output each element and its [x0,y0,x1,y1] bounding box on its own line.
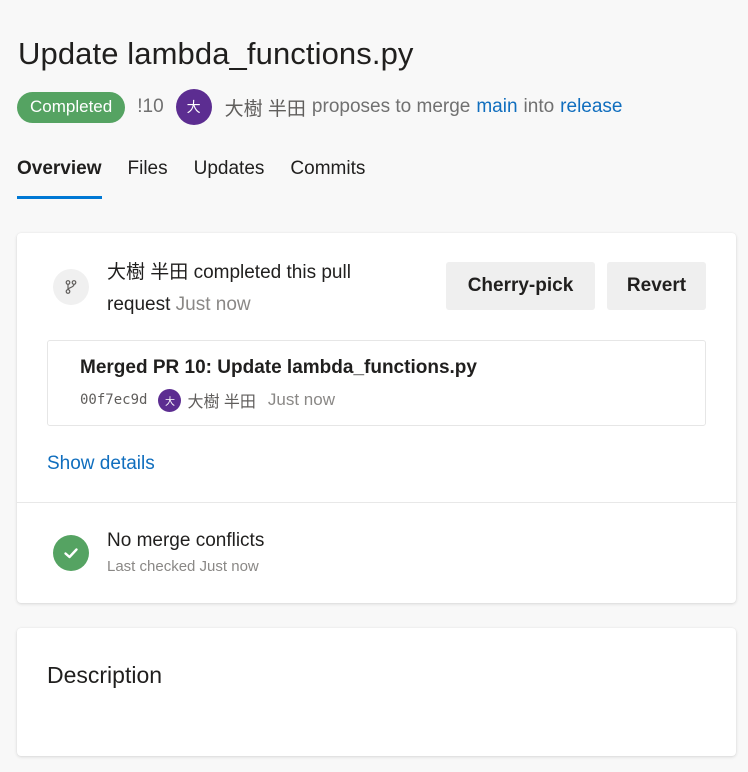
merge-conflicts-status: No merge conflicts [107,530,265,551]
commit-title[interactable]: Merged PR 10: Update lambda_functions.py [80,357,477,379]
completed-time: Just now [175,294,251,315]
description-title: Description [47,662,163,688]
description-card: Description [17,628,736,756]
avatar[interactable]: 大 [175,89,212,125]
author-name[interactable]: 大樹 半田 [225,94,306,121]
into-text: into [523,96,555,117]
status-card: 大樹 半田 completed this pull request Just n… [17,233,736,603]
tab-updates[interactable]: Updates [194,158,265,199]
tab-overview[interactable]: Overview [17,158,102,199]
cherry-pick-button[interactable]: Cherry-pick [446,262,595,310]
show-details-link[interactable]: Show details [47,453,155,475]
pr-id: !10 [137,96,164,117]
merge-commit-box[interactable]: Merged PR 10: Update lambda_functions.py… [47,340,706,426]
tab-commits[interactable]: Commits [290,158,365,199]
pr-tabs: Overview Files Updates Commits [17,158,391,199]
pr-meta-row: Completed !10 大 大樹 半田 proposes to merge … [17,89,623,125]
source-branch-link[interactable]: main [476,96,517,118]
merge-icon [53,269,89,305]
commit-avatar: 大 [158,388,182,412]
check-icon [53,535,89,571]
completed-message: 大樹 半田 completed this pull request Just n… [107,257,417,321]
last-checked-text: Last checked Just now [107,558,259,575]
revert-button[interactable]: Revert [607,262,706,310]
tab-files[interactable]: Files [128,158,168,199]
commit-time: Just now [267,390,335,409]
status-badge: Completed [17,91,126,123]
divider [17,502,736,503]
pr-title: Update lambda_functions.py [18,36,414,71]
commit-hash[interactable]: 00f7ec9d [80,392,147,408]
commit-meta: 00f7ec9d 大 大樹 半田 Just now [80,388,335,412]
target-branch-link[interactable]: release [560,96,622,118]
commit-author: 大樹 半田 [187,394,256,411]
pull-request-page: Update lambda_functions.py Completed !10… [0,0,748,772]
completed-author[interactable]: 大樹 半田 [107,262,188,283]
proposes-text: proposes to merge [311,96,471,117]
